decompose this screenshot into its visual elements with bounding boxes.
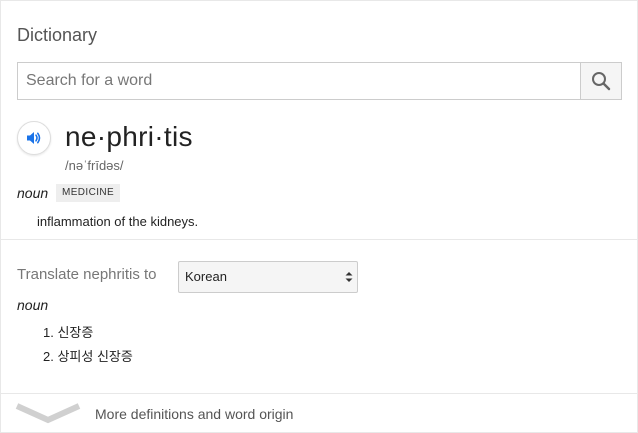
search-input[interactable] [18, 63, 580, 99]
chevron-down-icon [15, 403, 81, 424]
headword: ne·phri·tis [65, 121, 193, 152]
list-item: 1. 신장증 [43, 321, 133, 345]
dictionary-card: Dictionary ne·phri·tis /nəˈfrīdəs/ noun … [0, 0, 638, 433]
list-item-text: 신장증 [57, 325, 94, 340]
more-definitions-button[interactable]: More definitions and word origin [1, 394, 638, 433]
list-item-number: 2. [43, 349, 54, 364]
subject-label-badge: MEDICINE [56, 184, 121, 202]
list-item-text: 상피성 신장증 [57, 349, 133, 364]
list-item-number: 1. [43, 325, 54, 340]
part-of-speech: noun [17, 185, 49, 201]
pronunciation-button[interactable] [17, 121, 51, 155]
more-definitions-label: More definitions and word origin [95, 406, 294, 422]
select-arrows-icon [345, 272, 353, 282]
definition: inflammation of the kidneys. [37, 214, 199, 229]
language-select[interactable]: Korean [178, 261, 358, 293]
phonetic: /nəˈfrīdəs/ [65, 158, 124, 173]
translate-label: Translate nephritis to [17, 266, 157, 283]
search-button[interactable] [580, 63, 621, 99]
speaker-icon [27, 132, 41, 144]
list-item: 2. 상피성 신장증 [43, 345, 133, 369]
language-select-value: Korean [185, 269, 227, 284]
search-box [17, 62, 622, 100]
card-title: Dictionary [17, 25, 98, 45]
translation-list: 1. 신장증 2. 상피성 신장증 [43, 321, 133, 369]
translation-part-of-speech: noun [17, 297, 49, 313]
search-icon [592, 72, 611, 91]
section-divider [1, 239, 638, 240]
